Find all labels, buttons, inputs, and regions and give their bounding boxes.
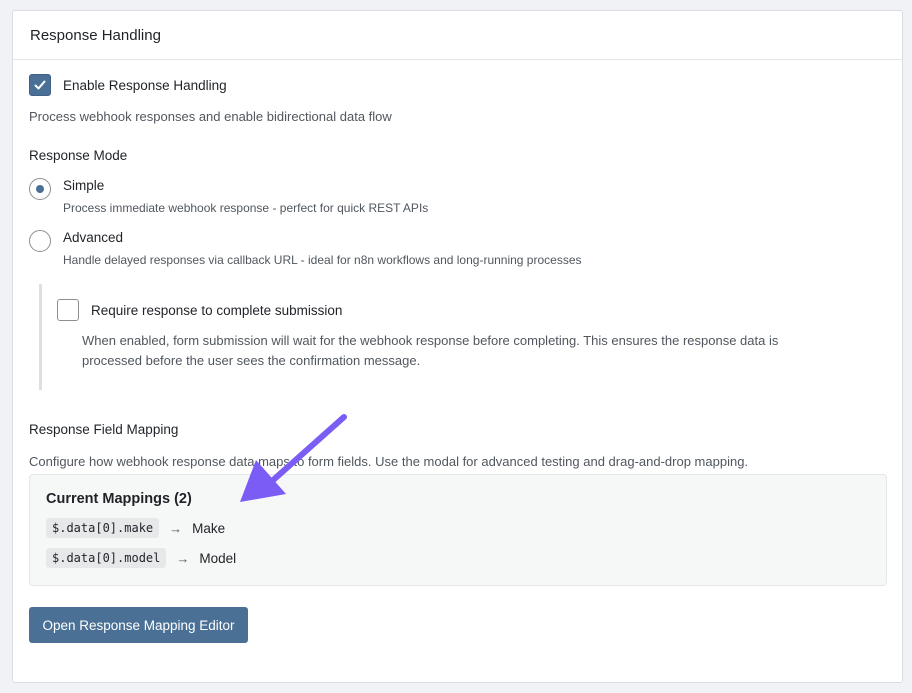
require-response-description-line1: When enabled, form submission will wait … <box>82 333 779 348</box>
mapping-source-path: $.data[0].model <box>46 548 167 568</box>
mapping-target-field: Make <box>192 520 226 536</box>
radio-selected-dot <box>36 185 44 193</box>
require-response-description-line2: processed before the user sees the confi… <box>82 353 421 368</box>
mode-simple-label[interactable]: Simple <box>63 178 104 193</box>
panel-title: Response Handling <box>13 11 902 60</box>
current-mappings-box: Current Mappings (2) $.data[0].make → Ma… <box>29 474 887 586</box>
mode-simple-description: Process immediate webhook response - per… <box>63 201 429 215</box>
require-response-checkbox[interactable] <box>57 299 79 321</box>
response-mode-title: Response Mode <box>29 148 128 163</box>
mapping-arrow: → <box>176 550 190 566</box>
mode-advanced-description: Handle delayed responses via callback UR… <box>63 253 582 267</box>
indent-divider <box>39 284 42 390</box>
check-icon <box>34 80 46 90</box>
enable-response-description: Process webhook responses and enable bid… <box>29 109 392 124</box>
mode-advanced-label[interactable]: Advanced <box>63 230 123 245</box>
open-mapping-editor-button[interactable]: Open Response Mapping Editor <box>29 607 248 643</box>
mapping-target-field: Model <box>199 550 237 566</box>
mode-simple-radio[interactable] <box>29 178 51 200</box>
mapping-row: $.data[0].make → Make <box>46 518 225 538</box>
field-mapping-title: Response Field Mapping <box>29 422 179 437</box>
mapping-arrow: → <box>169 520 183 536</box>
require-response-label[interactable]: Require response to complete submission <box>91 303 342 318</box>
mode-advanced-radio[interactable] <box>29 230 51 252</box>
current-mappings-title: Current Mappings (2) <box>46 491 192 507</box>
enable-response-label[interactable]: Enable Response Handling <box>63 78 227 93</box>
field-mapping-description: Configure how webhook response data maps… <box>29 454 749 469</box>
mapping-source-path: $.data[0].make <box>46 518 160 538</box>
mapping-row: $.data[0].model → Model <box>46 548 236 568</box>
response-handling-panel: Response Handling Enable Response Handli… <box>12 10 903 683</box>
enable-response-checkbox[interactable] <box>29 74 51 96</box>
